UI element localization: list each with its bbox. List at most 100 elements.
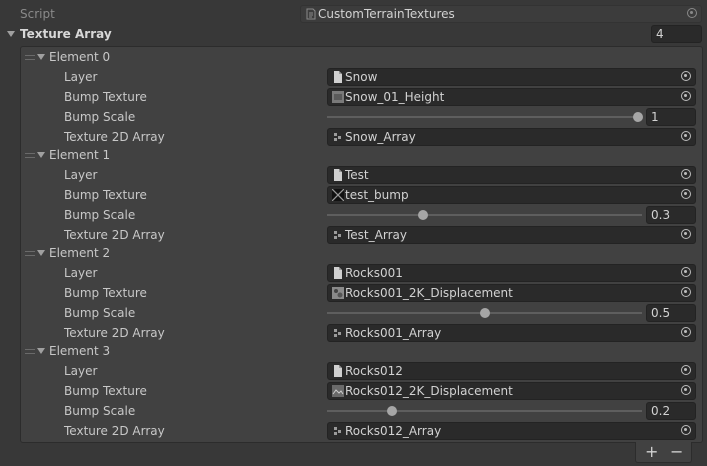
bump-scale-row: Bump Scale 0.2 [0,401,707,421]
bump-texture-field[interactable]: test_bump [327,186,696,204]
object-picker-icon[interactable] [681,327,691,337]
script-label: Script [20,7,55,21]
object-picker-icon[interactable] [681,229,691,239]
texture-2d-array-field[interactable]: Rocks012_Array [327,422,696,440]
bump-scale-slider-thumb[interactable] [479,308,490,318]
foldout-arrow-icon[interactable] [37,54,45,60]
bump-texture-row: Bump Texture Rocks012_2K_Displacement [0,381,707,401]
bump-scale-slider-track[interactable] [327,214,642,216]
layer-field[interactable]: Rocks001 [327,264,696,282]
texture-2d-array-label: Texture 2D Array [64,228,165,242]
bump-scale-field[interactable]: 1 [646,108,696,126]
foldout-arrow-icon[interactable] [37,348,45,354]
bump-texture-row: Bump Texture Snow_01_Height [0,87,707,107]
element-title: Element 3 [49,344,111,358]
bump-scale-slider-track[interactable] [327,410,642,412]
texture-2d-array-field[interactable]: Test_Array [327,226,696,244]
bump-scale-slider-track[interactable] [327,116,642,118]
drag-handle-icon[interactable] [25,153,35,158]
array-size-field[interactable]: 4 [651,25,702,43]
object-picker-icon[interactable] [681,91,691,101]
layer-label: Layer [64,70,98,84]
texture-2d-array-label: Texture 2D Array [64,326,165,340]
bump-scale-slider-thumb[interactable] [633,112,643,122]
texture-2d-array-field[interactable]: Snow_Array [327,128,696,146]
script-field[interactable]: CustomTerrainTextures [300,5,702,23]
object-picker-icon[interactable] [681,131,691,141]
object-picker-icon[interactable] [681,267,691,277]
layer-value: Snow [345,70,378,84]
bump-texture-value: Rocks012_2K_Displacement [345,384,513,398]
texture-2d-array-value: Rocks001_Array [345,326,442,340]
bump-scale-slider-thumb[interactable] [387,406,398,416]
layer-field[interactable]: Snow [327,68,696,86]
texture-2d-array-row: Texture 2D Array Rocks012_Array [0,421,707,441]
texture-thumbnail-icon [332,287,344,299]
foldout-arrow-icon[interactable] [37,152,45,158]
texture-2d-array-row: Texture 2D Array Snow_Array [0,127,707,147]
texture-thumbnail-icon [332,91,344,103]
document-icon [334,71,342,83]
bump-scale-row: Bump Scale 1 [0,107,707,127]
texture-thumbnail-icon [332,385,344,397]
bump-texture-label: Bump Texture [64,90,147,104]
bump-texture-label: Bump Texture [64,286,147,300]
element-title: Element 0 [49,50,111,64]
layer-row: Layer Test [0,165,707,185]
object-picker-icon[interactable] [681,169,691,179]
texture-2d-array-row: Texture 2D Array Rocks001_Array [0,323,707,343]
bump-scale-label: Bump Scale [64,306,136,320]
bump-scale-row: Bump Scale 0.5 [0,303,707,323]
object-picker-icon[interactable] [687,8,697,18]
bump-scale-field[interactable]: 0.2 [646,402,696,420]
bump-texture-row: Bump Texture Rocks001_2K_Displacement [0,283,707,303]
add-element-button[interactable]: + [645,442,658,461]
bump-texture-field[interactable]: Rocks012_2K_Displacement [327,382,696,400]
object-picker-icon[interactable] [681,189,691,199]
texture-array-label: Texture Array [20,27,112,41]
texture-array-icon [334,427,341,435]
bump-scale-field[interactable]: 0.3 [646,206,696,224]
drag-handle-icon[interactable] [25,55,35,60]
element-header[interactable]: Element 1 [0,145,707,165]
document-icon [334,365,342,377]
layer-field[interactable]: Rocks012 [327,362,696,380]
layer-field[interactable]: Test [327,166,696,184]
document-icon [334,267,342,279]
bump-texture-field[interactable]: Rocks001_2K_Displacement [327,284,696,302]
drag-handle-icon[interactable] [25,349,35,354]
texture-2d-array-field[interactable]: Rocks001_Array [327,324,696,342]
bump-texture-label: Bump Texture [64,384,147,398]
texture-array-header[interactable]: Texture Array 4 [0,24,707,44]
layer-value: Test [345,168,369,182]
element-header[interactable]: Element 2 [0,243,707,263]
texture-2d-array-row: Texture 2D Array Test_Array [0,225,707,245]
bump-texture-field[interactable]: Snow_01_Height [327,88,696,106]
bump-scale-label: Bump Scale [64,110,136,124]
bump-scale-label: Bump Scale [64,404,136,418]
foldout-arrow-icon[interactable] [37,250,45,256]
texture-2d-array-label: Texture 2D Array [64,130,165,144]
bump-texture-value: Snow_01_Height [345,90,445,104]
object-picker-icon[interactable] [681,425,691,435]
object-picker-icon[interactable] [681,365,691,375]
object-picker-icon[interactable] [681,287,691,297]
bump-scale-slider-thumb[interactable] [418,210,429,220]
element-header[interactable]: Element 0 [0,47,707,67]
bump-scale-field[interactable]: 0.5 [646,304,696,322]
element-header[interactable]: Element 3 [0,341,707,361]
layer-row: Layer Snow [0,67,707,87]
script-icon [306,8,316,20]
remove-element-button[interactable]: − [670,442,683,461]
bump-texture-value: test_bump [345,188,409,202]
bump-scale-row: Bump Scale 0.3 [0,205,707,225]
texture-array-icon [334,329,341,337]
layer-value: Rocks012 [345,364,403,378]
layer-row: Layer Rocks012 [0,361,707,381]
foldout-arrow-icon[interactable] [7,31,15,37]
object-picker-icon[interactable] [681,385,691,395]
layer-row: Layer Rocks001 [0,263,707,283]
layer-label: Layer [64,168,98,182]
drag-handle-icon[interactable] [25,251,35,256]
object-picker-icon[interactable] [681,71,691,81]
